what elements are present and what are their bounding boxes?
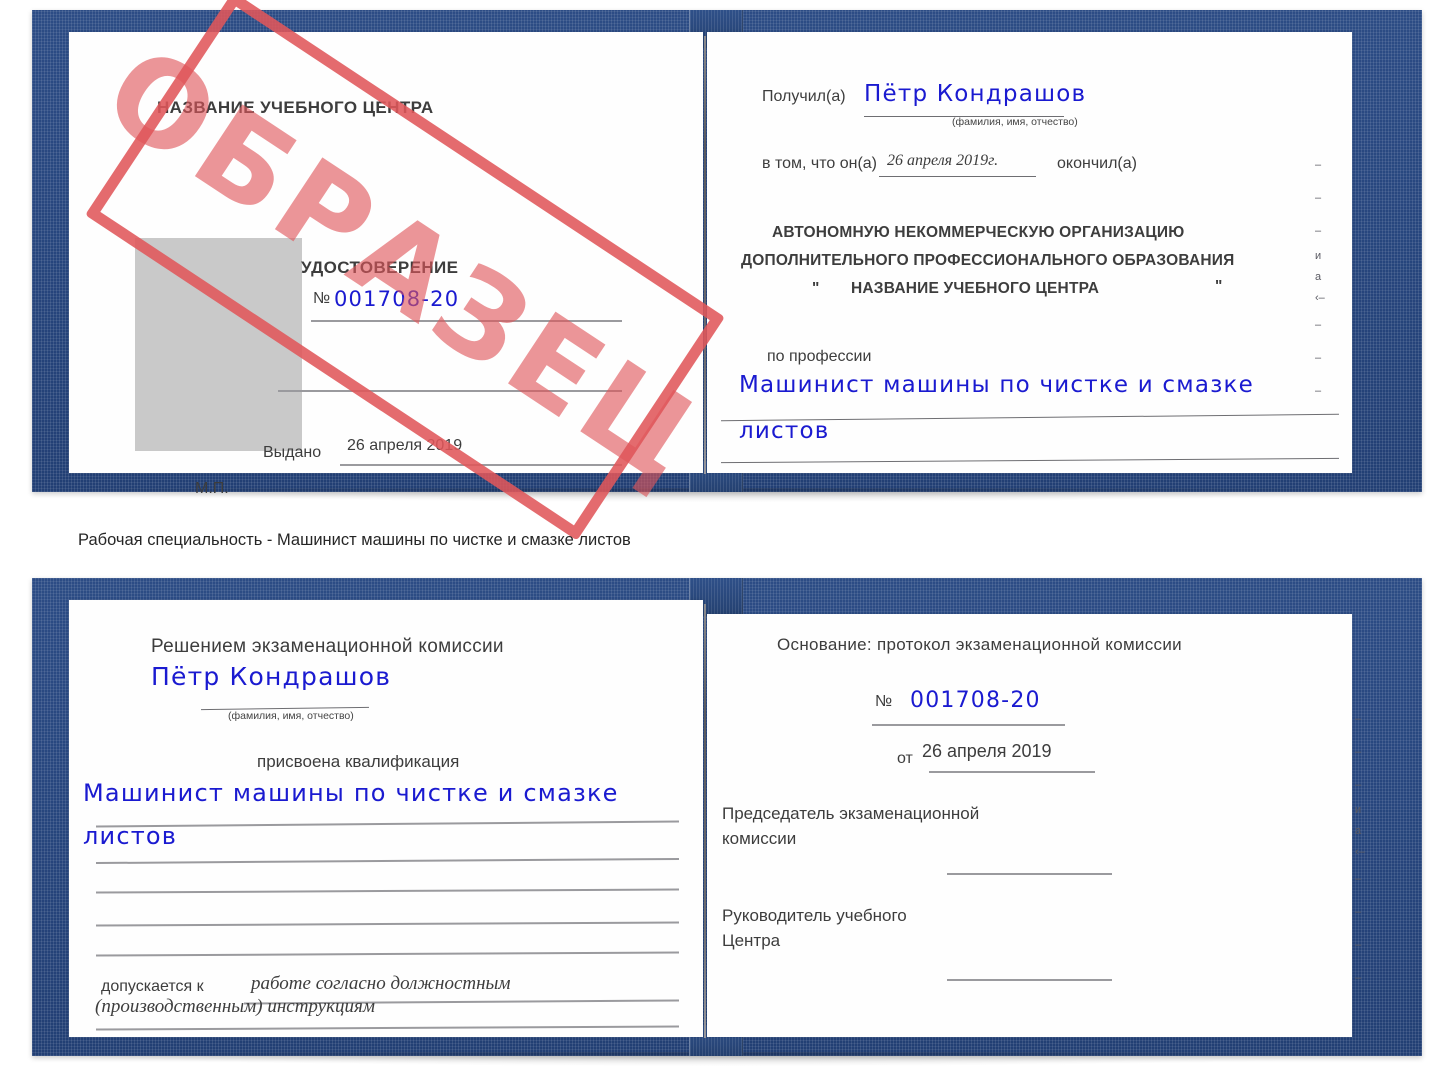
edge-mark: и bbox=[1355, 804, 1362, 816]
chairman-signature-rule bbox=[947, 873, 1112, 875]
qualification-rule-1 bbox=[96, 820, 679, 828]
qualification-label: присвоена квалификация bbox=[257, 752, 460, 771]
completion-date: 26 апреля 2019г. bbox=[887, 152, 999, 169]
profession-line-1: Машинист машины по чистке и смазке bbox=[739, 372, 1254, 398]
org-quote-close: " bbox=[1215, 278, 1223, 295]
top-spine-line bbox=[704, 36, 706, 474]
qualification-line-1: Машинист машины по чистке и смазке bbox=[83, 779, 619, 807]
edge-mark: и bbox=[1315, 250, 1322, 262]
finished-label: окончил(а) bbox=[1057, 155, 1137, 172]
qualification-line-2: листов bbox=[83, 822, 178, 850]
edge-mark: – bbox=[1315, 159, 1322, 171]
issued-rule bbox=[340, 464, 622, 466]
received-hint: (фамилия, имя, отчество) bbox=[952, 116, 1078, 128]
edge-mark: – bbox=[1355, 746, 1362, 758]
that-he-label: в том, что он(а) bbox=[762, 155, 877, 172]
top-left-page: НАЗВАНИЕ УЧЕБНОГО ЦЕНТРА УДОСТОВЕРЕНИЕ №… bbox=[69, 32, 703, 497]
blank-rule-b3 bbox=[96, 951, 679, 957]
edge-mark: – bbox=[1315, 352, 1322, 364]
protocol-number-label: № bbox=[875, 693, 893, 710]
document-title: УДОСТОВЕРЕНИЕ bbox=[301, 258, 459, 277]
admitted-line-1: работе согласно должностным bbox=[251, 973, 511, 994]
admitted-line-2: (производственным) инструкциям bbox=[95, 996, 375, 1017]
edge-mark: – bbox=[1355, 972, 1362, 984]
received-name: Пётр Кондрашов bbox=[864, 81, 1087, 107]
bottom-right-page: Основание: протокол экзаменационной коми… bbox=[707, 614, 1365, 1037]
head-line-2: Центра bbox=[722, 931, 781, 950]
profession-rule-2 bbox=[721, 457, 1339, 464]
issued-date: 26 апреля 2019 bbox=[347, 437, 463, 454]
edge-mark: – bbox=[1355, 713, 1362, 725]
received-label: Получил(а) bbox=[762, 88, 846, 105]
photo-placeholder bbox=[135, 238, 302, 451]
commission-decision-heading: Решением экзаменационной комиссии bbox=[151, 636, 504, 657]
edge-mark: – bbox=[1355, 779, 1362, 791]
chairman-line-2: комиссии bbox=[722, 829, 797, 848]
head-line-1: Руководитель учебного bbox=[722, 906, 907, 925]
stamp-place-label: М.П. bbox=[195, 480, 229, 497]
number-rule bbox=[311, 320, 622, 322]
bottom-left-page: Решением экзаменационной комиссии Пётр К… bbox=[69, 600, 703, 1037]
edge-mark: а bbox=[1355, 825, 1362, 837]
org-line-1: АВТОНОМНУЮ НЕКОММЕРЧЕСКУЮ ОРГАНИЗАЦИЮ bbox=[772, 224, 1185, 241]
admitted-rule-2 bbox=[96, 1025, 679, 1031]
org-line-3: НАЗВАНИЕ УЧЕБНОГО ЦЕНТРА bbox=[851, 280, 1100, 297]
edge-mark: ‹– bbox=[1355, 846, 1365, 858]
page-caption: Рабочая специальность - Машинист машины … bbox=[78, 531, 631, 549]
protocol-date-label: от bbox=[897, 750, 913, 767]
protocol-number-rule bbox=[872, 724, 1065, 726]
edge-mark: – bbox=[1355, 906, 1362, 918]
protocol-date-value: 26 апреля 2019 bbox=[922, 741, 1052, 761]
edge-mark: ‹– bbox=[1315, 292, 1325, 304]
blank-rule-1 bbox=[278, 390, 622, 392]
edge-mark: – bbox=[1355, 939, 1362, 951]
graduate-name: Пётр Кондрашов bbox=[151, 662, 392, 691]
edge-mark: – bbox=[1315, 192, 1322, 204]
basis-label: Основание: протокол экзаменационной коми… bbox=[777, 635, 1182, 654]
training-center-name: НАЗВАНИЕ УЧЕБНОГО ЦЕНТРА bbox=[157, 98, 434, 117]
admitted-label: допускается к bbox=[101, 978, 204, 995]
completion-date-rule bbox=[879, 176, 1036, 178]
graduate-name-hint: (фамилия, имя, отчество) bbox=[228, 710, 354, 722]
number-label: № bbox=[313, 290, 331, 307]
org-quote-open: " bbox=[812, 280, 820, 297]
protocol-date-rule bbox=[929, 771, 1095, 773]
edge-mark: а bbox=[1315, 271, 1322, 283]
edge-mark: – bbox=[1315, 385, 1322, 397]
chairman-line-1: Председатель экзаменационной bbox=[722, 804, 980, 823]
org-line-2: ДОПОЛНИТЕЛЬНОГО ПРОФЕССИОНАЛЬНОГО ОБРАЗО… bbox=[741, 252, 1235, 269]
issued-label: Выдано bbox=[263, 444, 322, 461]
bottom-spine-line bbox=[704, 604, 706, 1038]
edge-mark: – bbox=[1315, 319, 1322, 331]
certificate-bottom: Решением экзаменационной комиссии Пётр К… bbox=[32, 578, 1422, 1066]
edge-mark: – bbox=[1355, 873, 1362, 885]
profession-line-2: листов bbox=[739, 418, 830, 444]
edge-mark: – bbox=[1315, 225, 1322, 237]
edge-artifacts-top: – – – и а ‹– – – – bbox=[1315, 160, 1325, 397]
qualification-rule-2 bbox=[96, 857, 679, 864]
profession-label: по профессии bbox=[767, 348, 872, 365]
head-signature-rule bbox=[947, 979, 1112, 981]
certificate-number: 001708-20 bbox=[334, 287, 460, 311]
top-right-page: Получил(а) Пётр Кондрашов (фамилия, имя,… bbox=[707, 32, 1352, 473]
blank-rule-b1 bbox=[96, 888, 679, 894]
edge-artifacts-bottom: – – – и а ‹– – – – – bbox=[1355, 714, 1365, 984]
protocol-number-value: 001708-20 bbox=[910, 688, 1041, 713]
certificate-top: НАЗВАНИЕ УЧЕБНОГО ЦЕНТРА УДОСТОВЕРЕНИЕ №… bbox=[32, 10, 1422, 502]
blank-rule-b2 bbox=[96, 921, 679, 927]
